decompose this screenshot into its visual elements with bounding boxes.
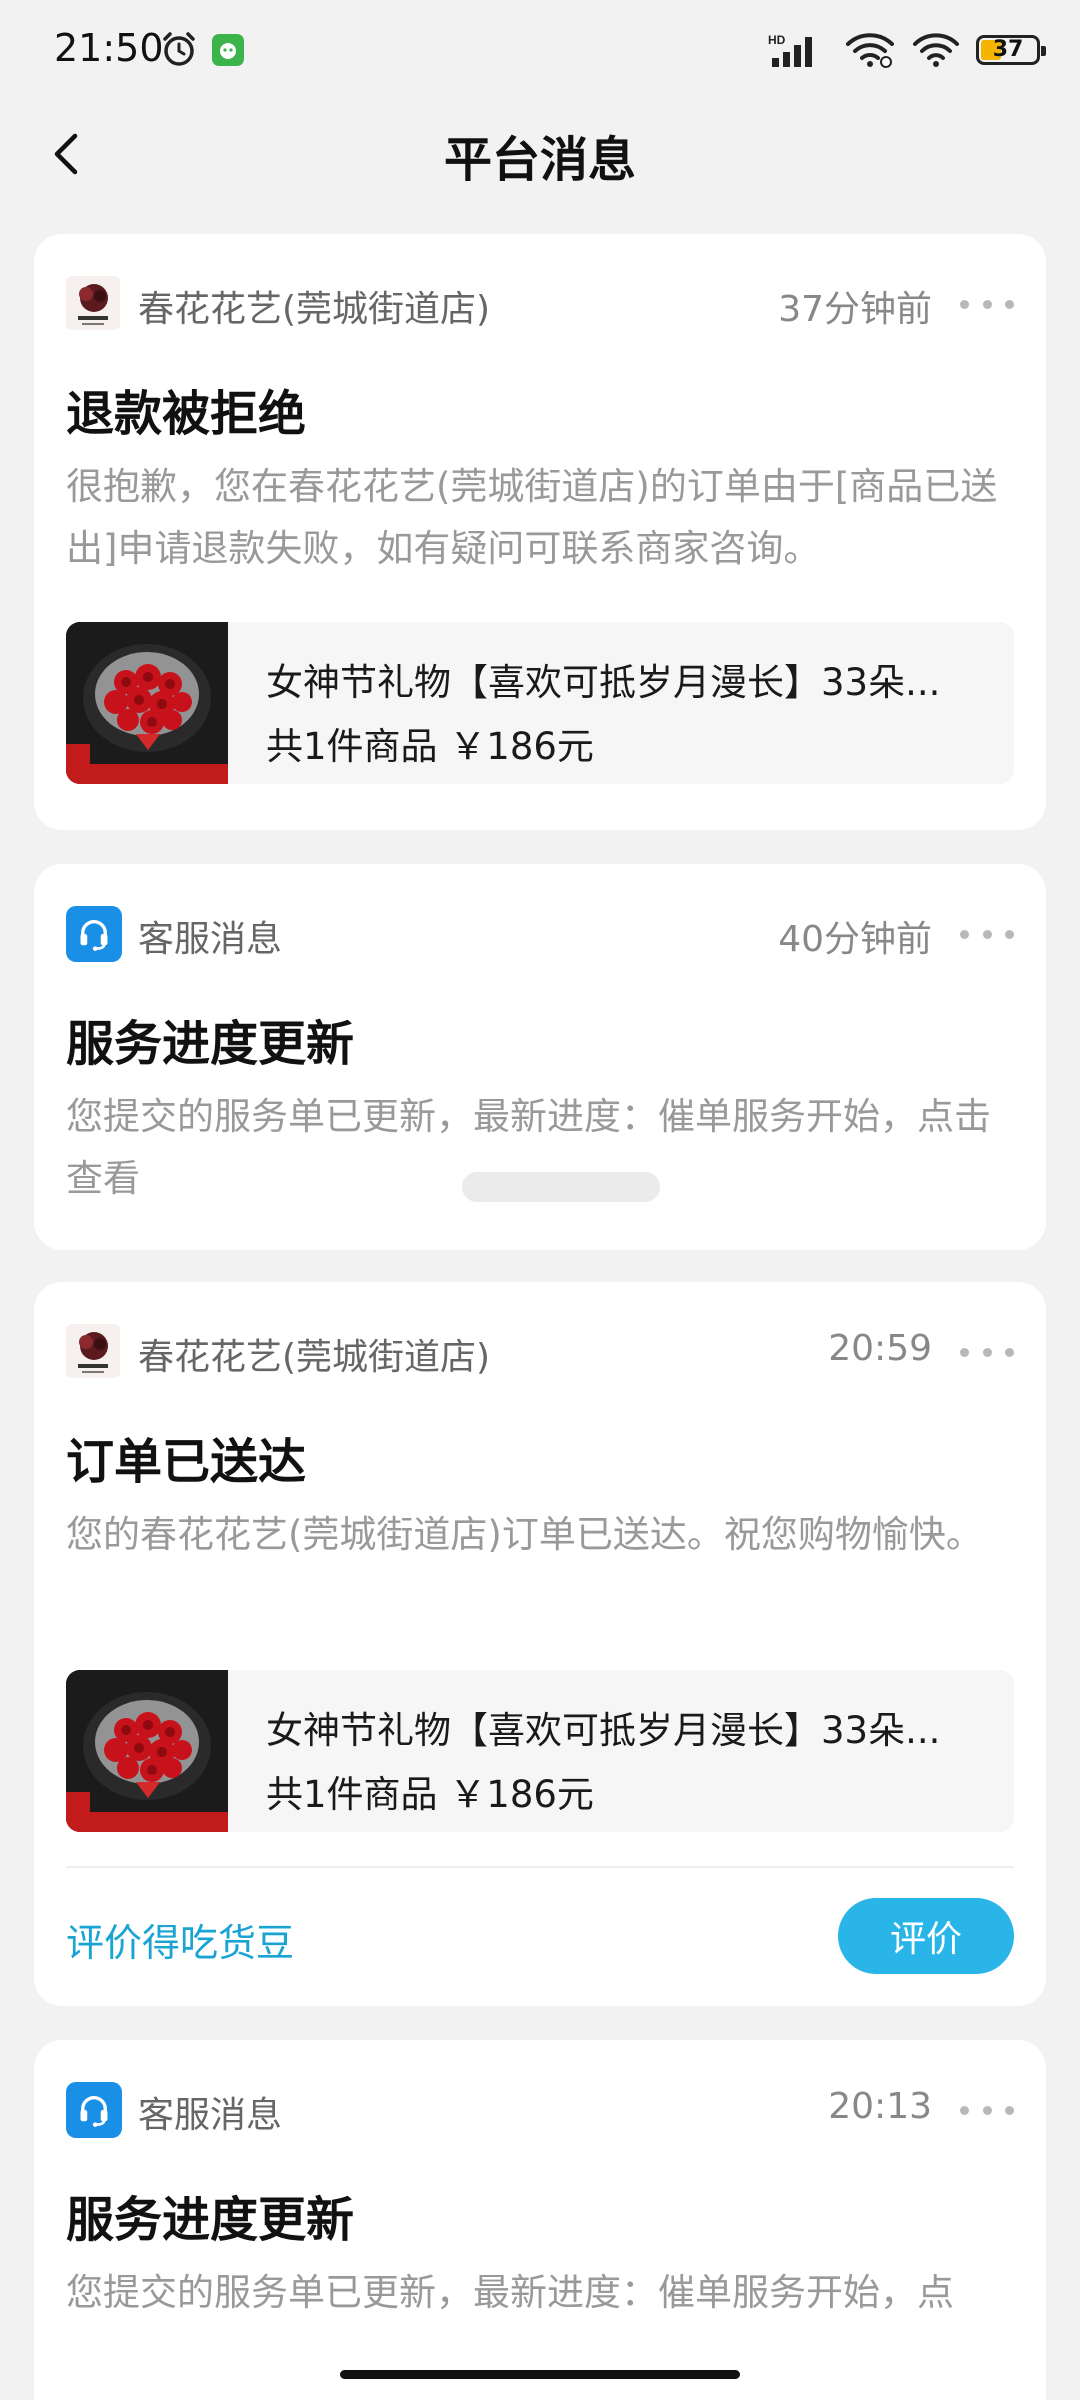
alarm-clock-icon bbox=[163, 32, 195, 66]
product-image bbox=[66, 1670, 228, 1832]
message-body: 很抱歉，您在春花花艺(莞城街道店)的订单由于[商品已送出]申请退款失败，如有疑问… bbox=[66, 465, 998, 570]
message-title: 订单已送达 bbox=[66, 1434, 307, 1490]
page-title: 平台消息 bbox=[443, 132, 636, 188]
product-summary: 共1件商品 ￥186元 bbox=[266, 725, 594, 768]
product-card[interactable]: 女神节礼物【喜欢可抵岁月漫长】33朵... 共1件商品 ￥186元 bbox=[66, 1670, 1014, 1832]
platform-messages-screen: 21:50 HD 37 平台消息 春花花艺(莞城街道店) 37分钟前 退款被拒绝… bbox=[0, 0, 1080, 2400]
product-name: 女神节礼物【喜欢可抵岁月漫长】33朵... bbox=[266, 1709, 941, 1752]
header: 平台消息 bbox=[0, 100, 1080, 210]
message-title: 服务进度更新 bbox=[66, 2192, 355, 2248]
source-name: 客服消息 bbox=[138, 919, 283, 960]
more-options-button[interactable] bbox=[960, 284, 1014, 324]
card-header: 春花花艺(莞城街道店) 37分钟前 bbox=[66, 276, 1014, 332]
wifi-icon-2 bbox=[913, 33, 959, 67]
product-image bbox=[66, 622, 228, 784]
home-indicator[interactable] bbox=[340, 2370, 740, 2379]
message-body: 您的春花花艺(莞城街道店)订单已送达。祝您购物愉快。 bbox=[66, 1513, 983, 1556]
signal-icon: HD bbox=[768, 33, 812, 67]
message-time: 20:13 bbox=[828, 2086, 932, 2127]
product-summary: 共1件商品 ￥186元 bbox=[266, 1773, 594, 1816]
battery-icon: 37 bbox=[976, 35, 1046, 65]
divider bbox=[66, 1866, 1014, 1868]
message-title: 退款被拒绝 bbox=[66, 386, 307, 442]
product-name: 女神节礼物【喜欢可抵岁月漫长】33朵... bbox=[266, 661, 941, 704]
review-reward-link[interactable]: 评价得吃货豆 bbox=[66, 1912, 294, 1967]
product-card[interactable]: 女神节礼物【喜欢可抵岁月漫长】33朵... 共1件商品 ￥186元 bbox=[66, 622, 1014, 784]
network-label: HD bbox=[768, 33, 786, 47]
message-title: 服务进度更新 bbox=[66, 1016, 355, 1072]
shop-avatar-icon bbox=[66, 276, 120, 330]
headset-icon bbox=[66, 2082, 122, 2138]
more-options-button[interactable] bbox=[960, 1332, 1014, 1372]
status-icons: HD 37 bbox=[768, 30, 1046, 70]
card-header: 春花花艺(莞城街道店) 20:59 bbox=[66, 1324, 1014, 1380]
status-bar: 21:50 HD 37 bbox=[0, 0, 1080, 100]
status-time: 21:50 bbox=[54, 26, 164, 70]
message-time: 40分钟前 bbox=[778, 919, 932, 960]
message-card-order-delivered[interactable]: 春花花艺(莞城街道店) 20:59 订单已送达 您的春花花艺(莞城街道店)订单已… bbox=[34, 1282, 1046, 2006]
card-header: 客服消息 20:13 bbox=[66, 2082, 1014, 2138]
app-notification-icon bbox=[212, 34, 244, 66]
headset-icon bbox=[66, 906, 122, 962]
source-name: 春花花艺(莞城街道店) bbox=[138, 1337, 491, 1378]
more-options-button[interactable] bbox=[960, 914, 1014, 954]
message-time: 37分钟前 bbox=[778, 289, 932, 330]
message-card-service-update-2[interactable]: 客服消息 20:13 服务进度更新 您提交的服务单已更新，最新进度：催单服务开始… bbox=[34, 2040, 1046, 2400]
watermark-logo bbox=[462, 1172, 660, 1202]
message-card-refund-rejected[interactable]: 春花花艺(莞城街道店) 37分钟前 退款被拒绝 很抱歉，您在春花花艺(莞城街道店… bbox=[34, 234, 1046, 830]
battery-level: 37 bbox=[992, 37, 1024, 62]
message-time: 20:59 bbox=[828, 1328, 932, 1369]
card-header: 客服消息 40分钟前 bbox=[66, 906, 1014, 962]
message-body: 您提交的服务单已更新，最新进度：催单服务开始，点 bbox=[66, 2271, 954, 2314]
wifi-icon bbox=[846, 33, 894, 68]
shop-avatar-icon bbox=[66, 1324, 120, 1378]
review-button[interactable]: 评价 bbox=[838, 1898, 1014, 1974]
more-options-button[interactable] bbox=[960, 2090, 1014, 2130]
source-name: 春花花艺(莞城街道店) bbox=[138, 289, 491, 330]
source-name: 客服消息 bbox=[138, 2095, 283, 2136]
